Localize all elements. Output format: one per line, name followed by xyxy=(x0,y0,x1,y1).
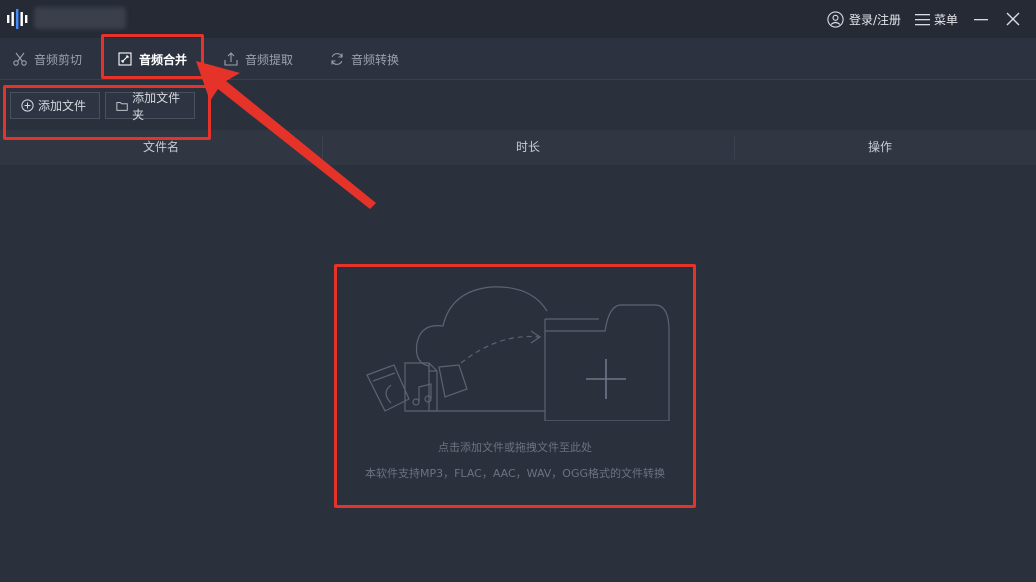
menu-label: 菜单 xyxy=(933,12,958,27)
supported-formats-text: 本软件支持MP3，FLAC，AAC，WAV，OGG格式的文件转换 xyxy=(364,467,665,480)
scissors-icon xyxy=(13,52,27,66)
refresh-icon xyxy=(331,53,343,65)
menu-button[interactable]: 菜单 xyxy=(914,11,958,28)
drop-hint-text: 点击添加文件或拖拽文件至此处 xyxy=(438,441,592,454)
merge-icon xyxy=(118,52,132,66)
tab-label: 音频合并 xyxy=(139,52,188,67)
add-folder-label: 添加文件夹 xyxy=(132,90,181,122)
folder-icon xyxy=(116,101,128,111)
tab-label: 音频提取 xyxy=(245,52,294,67)
tab-label: 音频剪切 xyxy=(34,52,83,67)
add-file-label: 添加文件 xyxy=(38,99,87,113)
column-actions[interactable]: 操作 xyxy=(734,130,1026,165)
drag-drop-illustration-icon xyxy=(366,286,670,421)
hamburger-icon xyxy=(914,13,930,25)
close-icon xyxy=(1006,12,1020,26)
user-icon xyxy=(827,10,844,28)
minimize-icon xyxy=(974,19,988,21)
add-folder-button[interactable]: 添加文件夹 xyxy=(105,91,195,122)
tab-audio-cut[interactable]: 音频剪切 xyxy=(13,38,82,80)
column-filename[interactable]: 文件名 xyxy=(0,130,322,165)
title-bar: 登录/注册 菜单 xyxy=(0,0,1036,38)
file-toolbar: 添加文件 添加文件夹 xyxy=(0,80,1036,130)
login-label: 登录/注册 xyxy=(848,12,901,27)
minimize-button[interactable] xyxy=(972,10,990,28)
tab-audio-extract[interactable]: 音频提取 xyxy=(224,38,293,80)
close-button[interactable] xyxy=(1004,10,1022,28)
login-button[interactable]: 登录/注册 xyxy=(827,10,901,28)
feature-tab-bar: 音频剪切 音频合并 音频提取 音频转换 xyxy=(0,38,1036,80)
waveform-logo-icon xyxy=(7,9,28,29)
tab-audio-convert[interactable]: 音频转换 xyxy=(330,38,399,80)
column-duration[interactable]: 时长 xyxy=(322,130,734,165)
title-actions: 登录/注册 菜单 xyxy=(827,0,1036,38)
add-file-button[interactable]: 添加文件 xyxy=(10,92,100,119)
plus-circle-icon xyxy=(21,99,34,112)
file-table-header: 文件名 时长 操作 xyxy=(0,130,1036,165)
upload-icon xyxy=(224,52,238,66)
tab-label: 音频转换 xyxy=(351,52,400,67)
tab-audio-merge[interactable]: 音频合并 xyxy=(118,38,187,80)
app-name-redacted xyxy=(34,7,126,29)
drop-zone[interactable]: 点击添加文件或拖拽文件至此处 本软件支持MP3，FLAC，AAC，WAV，OGG… xyxy=(334,264,696,508)
